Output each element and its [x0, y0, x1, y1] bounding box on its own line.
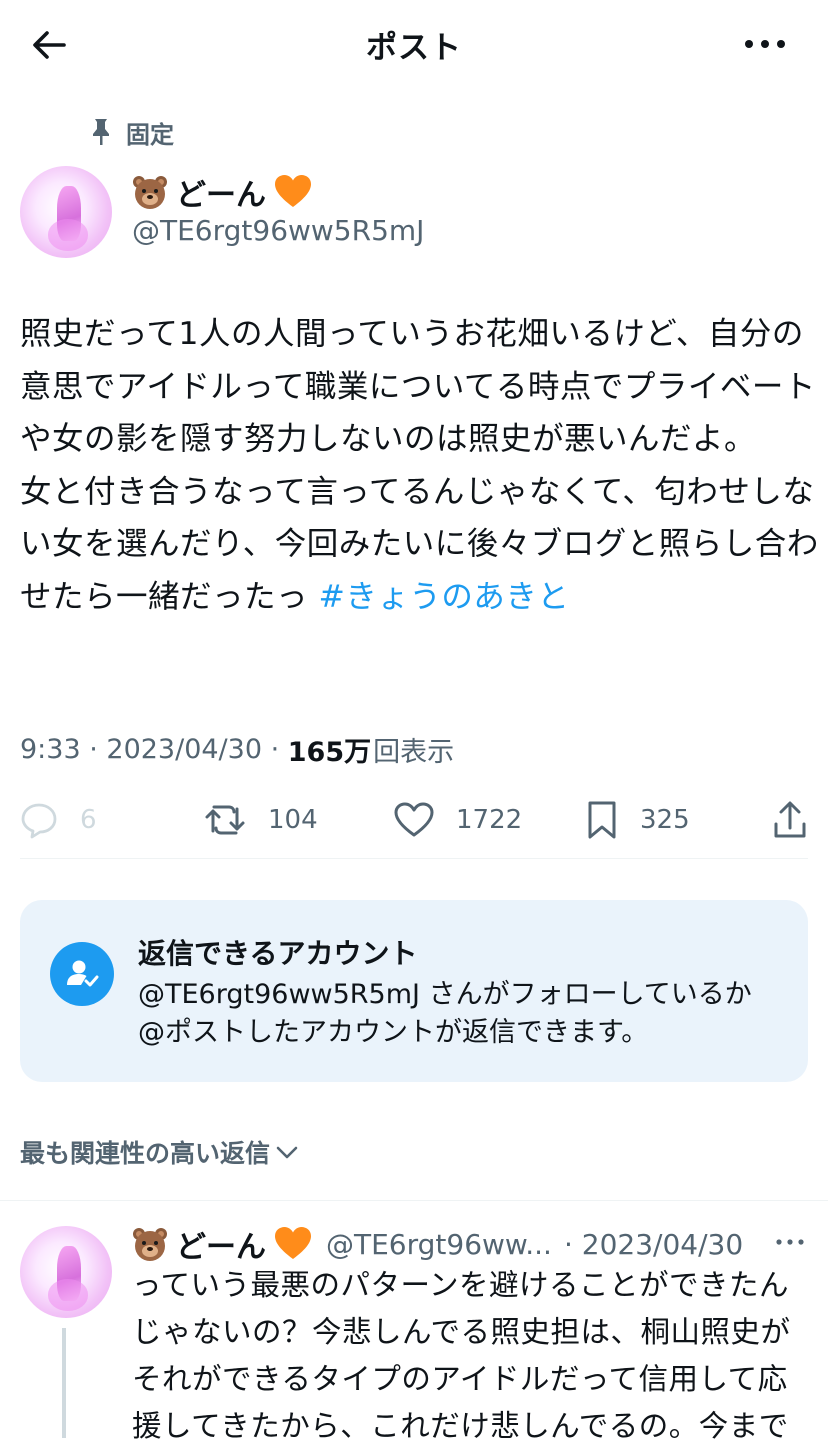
action-bar: 6 104 1722 325 — [0, 796, 828, 844]
avatar-figure-shadow — [47, 1279, 89, 1311]
reply-restriction-title: 返信できるアカウント — [138, 937, 418, 970]
more-options-button[interactable] — [742, 24, 788, 64]
reply-sort-label: 最も関連性の高い返信 — [20, 1139, 271, 1168]
pinned-label: 固定 — [126, 120, 174, 149]
author-display-name: どーん — [176, 178, 266, 213]
more-dots-icon — [745, 40, 785, 48]
reply-more-button[interactable] — [774, 1232, 806, 1252]
tweet-body: 照史だって1人の人間っていうお花畑いるけど、自分の意思でアイドルって職業について… — [20, 316, 819, 615]
reply-text: っていう最悪のパターンを避けることができたんじゃないの？今悲しんでる照史担は、桐… — [132, 1268, 791, 1443]
reply-display-name: どーん — [176, 1230, 266, 1265]
user-check-icon — [50, 942, 114, 1006]
reply-restriction-box: 返信できるアカウント @TE6rgt96ww5R5mJ さんがフォローしているか… — [20, 900, 808, 1082]
pinned-indicator: 固定 — [90, 112, 174, 152]
author-name-line[interactable]: どーん — [132, 170, 312, 214]
pin-icon — [93, 119, 109, 145]
reply-sort-selector[interactable]: 最も関連性の高い返信 — [20, 1134, 300, 1170]
chevron-down-icon — [276, 1146, 298, 1159]
reply-handle: @TE6rgt96ww... — [326, 1227, 552, 1261]
divider — [20, 858, 808, 859]
bookmark-button[interactable]: 325 — [586, 796, 690, 844]
tweet-time[interactable]: 9:33 — [20, 734, 81, 765]
reply-date: · 2023/04/30 — [563, 1227, 744, 1261]
avatar-figure-shadow — [47, 219, 89, 251]
tweet-text: 照史だって1人の人間っていうお花畑いるけど、自分の意思でアイドルって職業について… — [20, 308, 820, 623]
reply-restriction-description: @TE6rgt96ww5R5mJ さんがフォローしているか@ポストしたアカウント… — [138, 979, 752, 1048]
views-count: 165万 — [287, 737, 372, 768]
like-button[interactable]: 1722 — [394, 796, 522, 844]
reply-author-line[interactable]: どーん @TE6rgt96ww... · 2023/04/30 — [132, 1222, 743, 1266]
bear-emoji-icon — [133, 1228, 167, 1261]
tweet-meta: 9:33 · 2023/04/30 · 165万 回表示 — [20, 730, 454, 769]
meta-separator: · — [262, 734, 288, 765]
top-bar: ポスト — [0, 0, 828, 88]
reply-count: 6 — [80, 805, 97, 835]
heart-icon — [394, 802, 434, 837]
repost-icon — [205, 805, 245, 835]
repost-count: 104 — [268, 805, 318, 835]
page-title: ポスト — [366, 30, 462, 66]
views-label: 回表示 — [373, 737, 455, 768]
like-count: 1722 — [456, 805, 523, 835]
orange-heart-icon — [275, 175, 311, 207]
tweet-date[interactable]: 2023/04/30 — [106, 734, 262, 765]
orange-heart-icon — [275, 1227, 311, 1259]
bookmark-count: 325 — [640, 805, 690, 835]
more-dots-icon — [776, 1239, 804, 1245]
meta-separator: · — [80, 734, 107, 765]
bookmark-icon — [588, 801, 616, 839]
reply-bubble-icon — [21, 803, 57, 839]
divider — [0, 1200, 828, 1201]
bear-emoji-icon — [133, 176, 167, 209]
author-handle[interactable]: @TE6rgt96ww5R5mJ — [132, 214, 424, 247]
repost-button[interactable]: 104 — [204, 796, 318, 844]
avatar[interactable] — [20, 166, 112, 258]
share-icon — [774, 801, 806, 838]
thread-line — [62, 1328, 66, 1438]
share-button[interactable] — [772, 796, 808, 844]
hashtag-link[interactable]: #きょうのあきと — [319, 579, 570, 615]
reply-avatar[interactable] — [20, 1226, 112, 1318]
reply-button[interactable]: 6 — [20, 796, 97, 844]
